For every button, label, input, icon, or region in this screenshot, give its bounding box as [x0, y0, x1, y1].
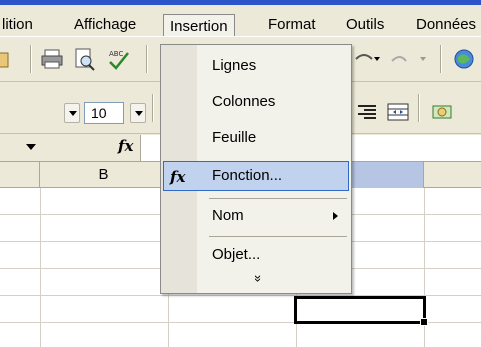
column-header-b[interactable]: B: [40, 162, 168, 188]
menu-item-colonnes[interactable]: Colonnes: [163, 87, 349, 117]
menu-outils[interactable]: Outils: [344, 13, 386, 37]
menu-item-nom[interactable]: Nom: [163, 201, 349, 231]
insert-function-icon[interactable]: fx: [118, 137, 133, 155]
menu-edition[interactable]: lition: [0, 13, 35, 37]
insertion-menu: Lignes Colonnes Feuille fx Fonction... N…: [160, 44, 352, 294]
toolbar-separator: [440, 45, 442, 73]
menu-item-label: Objet...: [212, 246, 261, 263]
toolbar-separator: [152, 94, 154, 122]
column-header-a[interactable]: [0, 162, 40, 188]
permission-icon[interactable]: [0, 47, 14, 71]
menu-item-lignes[interactable]: Lignes: [163, 51, 349, 81]
menu-affichage[interactable]: Affichage: [72, 13, 138, 37]
print-icon[interactable]: [40, 47, 64, 71]
align-right-icon[interactable]: [355, 100, 379, 124]
menu-item-label: Fonction...: [212, 167, 283, 184]
spelling-icon[interactable]: ABC: [106, 47, 130, 71]
menu-item-label: Lignes: [212, 57, 257, 74]
name-box-dropdown-icon[interactable]: [26, 144, 36, 150]
menu-format[interactable]: Format: [266, 13, 318, 37]
font-size-field[interactable]: 10: [84, 102, 124, 124]
menu-donnees[interactable]: Données: [414, 13, 478, 37]
toolbar-separator: [418, 94, 420, 122]
grid-col-line: [40, 188, 41, 347]
active-cell[interactable]: [294, 296, 428, 326]
submenu-arrow-icon: [333, 212, 338, 220]
currency-icon[interactable]: [430, 100, 454, 124]
hyperlink-icon[interactable]: [452, 47, 476, 71]
toolbar-separator: [146, 45, 148, 73]
menu-separator: [209, 198, 347, 199]
font-size-dropdown[interactable]: [130, 103, 146, 123]
function-icon: fx: [170, 168, 186, 186]
column-header-e[interactable]: [424, 162, 481, 188]
svg-text:ABC: ABC: [109, 50, 123, 58]
menu-item-objet[interactable]: Objet...: [163, 240, 349, 270]
menu-separator: [209, 236, 347, 237]
menu-item-feuille[interactable]: Feuille: [163, 123, 349, 153]
menu-item-label: Colonnes: [212, 93, 276, 110]
menu-bar: lition Affichage Insertion Format Outils…: [0, 0, 481, 41]
expand-menu-chevron-icon[interactable]: »: [251, 275, 266, 282]
merge-center-icon[interactable]: [386, 100, 410, 124]
menu-item-label: Nom: [212, 207, 244, 224]
toolbar-separator: [30, 45, 32, 73]
menu-item-label: Feuille: [212, 129, 257, 146]
menu-item-fonction[interactable]: fx Fonction...: [163, 161, 349, 191]
redo-icon[interactable]: [388, 47, 412, 71]
print-preview-icon[interactable]: [72, 47, 96, 71]
redo-dropdown-icon[interactable]: [414, 47, 438, 71]
font-name-dropdown[interactable]: [64, 103, 80, 123]
